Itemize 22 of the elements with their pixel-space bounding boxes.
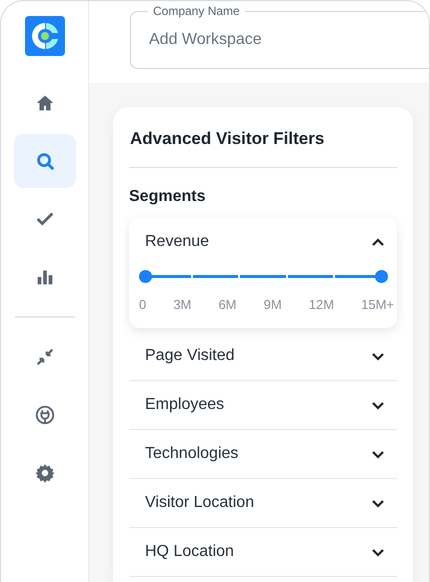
section-heading: Segments [129,187,206,207]
filter-toggle[interactable]: Revenue [129,218,397,266]
tick-label: 0 [139,297,146,312]
settings-icon [34,462,56,484]
filter-toggle[interactable]: Page Visited [129,332,397,380]
tick-label: 12M [308,297,334,312]
filter-toggle[interactable]: Visitor Location [129,479,397,527]
tick-label: 6M [218,297,237,312]
filter-toggle[interactable]: Technologies [129,430,397,478]
tick-label: 3M [173,297,192,312]
slider-thumb[interactable] [374,270,388,283]
app-logo[interactable] [24,16,64,56]
tick-label: 9M [264,297,282,312]
nav-button[interactable] [14,134,76,188]
floating-label: Company Name [148,4,245,18]
plug-icon [34,404,56,426]
card-title: Advanced Visitor Filters [129,107,397,168]
tick-label: 15M+ [361,297,394,312]
slider-thumb[interactable] [138,270,152,283]
range-slider[interactable] [139,270,387,283]
filter-toggle[interactable]: HQ Location [129,528,397,576]
filter-toggle[interactable]: Employees [129,381,397,429]
